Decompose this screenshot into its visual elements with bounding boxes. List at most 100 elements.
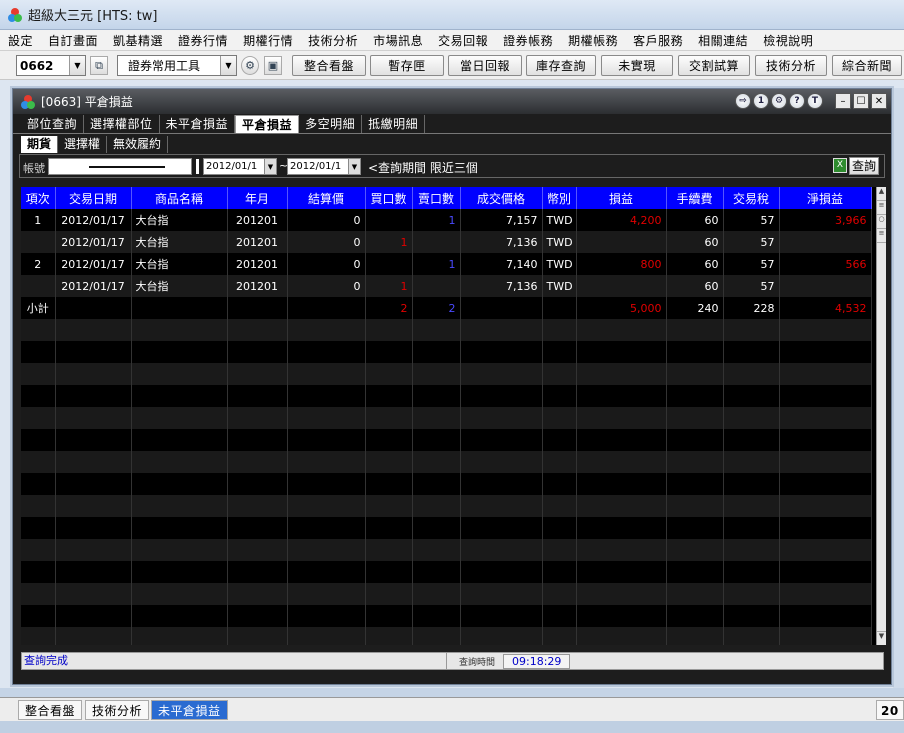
menu-technical-analysis[interactable]: 技術分析 — [308, 32, 358, 49]
chevron-down-icon[interactable]: ▼ — [220, 56, 236, 75]
technical-analysis-button[interactable]: 技術分析 — [755, 55, 827, 76]
cell-date: 2012/01/17 — [55, 275, 132, 297]
chevron-down-icon[interactable]: ▼ — [264, 159, 276, 174]
clipboard-button[interactable]: 暫存匣 — [370, 55, 444, 76]
scroll-btn-3[interactable]: ≡ — [877, 229, 886, 243]
tab-long-short-detail[interactable]: 多空明細 — [299, 115, 363, 133]
cell-pnl — [576, 627, 667, 645]
info-icon[interactable]: 1 — [753, 93, 769, 109]
cell-net — [779, 363, 872, 385]
query-button[interactable]: 查詢 — [849, 157, 879, 175]
gear-icon[interactable]: ⚙ — [241, 56, 259, 75]
tool-select[interactable]: 證券常用工具 ▼ — [117, 55, 237, 76]
col-header-year-month[interactable]: 年月 — [227, 187, 288, 209]
col-header-net-pnl[interactable]: 淨損益 — [779, 187, 872, 209]
new-window-icon[interactable]: ▣ — [264, 56, 282, 75]
chevron-down-icon[interactable]: ▼ — [69, 56, 85, 75]
scroll-btn-1[interactable]: ≡ — [877, 201, 886, 215]
cell-date — [55, 297, 132, 319]
menu-kgi-picks[interactable]: 凱基精選 — [113, 32, 163, 49]
col-header-settle-price[interactable]: 結算價 — [287, 187, 366, 209]
help-icon[interactable]: ? — [789, 93, 805, 109]
table-row[interactable]: 1 2012/01/17 大台指 201201 0 1 7,157 TWD 4,200 60 57 3… — [21, 209, 872, 231]
cell-price — [460, 583, 543, 605]
menu-customer-service[interactable]: 客戶服務 — [633, 32, 683, 49]
date-from-picker[interactable]: 2012/01/1 ▼ — [203, 158, 277, 175]
code-combobox[interactable]: 0662 ▼ — [16, 55, 86, 76]
scroll-up-arrow-icon[interactable]: ▲ — [877, 187, 886, 201]
col-header-buy-qty[interactable]: 買口數 — [365, 187, 413, 209]
news-button[interactable]: 綜合新聞 — [832, 55, 902, 76]
menu-futures-account[interactable]: 期權帳務 — [568, 32, 618, 49]
settings-circle-icon[interactable]: ⚙ — [771, 93, 787, 109]
unrealized-button[interactable]: 未實現 — [601, 55, 673, 76]
tab-position-query[interactable]: 部位查詢 — [21, 115, 85, 133]
subtab-futures[interactable]: 期貨 — [21, 136, 59, 153]
subtab-options[interactable]: 選擇權 — [58, 136, 108, 153]
cell-product — [131, 451, 228, 473]
export-icon[interactable]: ⇨ — [735, 93, 751, 109]
account-input[interactable] — [48, 158, 192, 175]
tab-closed-pnl[interactable]: 平倉損益 — [235, 115, 300, 133]
menu-settings[interactable]: 設定 — [8, 32, 33, 49]
col-header-product[interactable]: 商品名稱 — [131, 187, 228, 209]
cell-net — [779, 627, 872, 645]
date-to-picker[interactable]: 2012/01/1 ▼ — [287, 158, 361, 175]
cell-ym: 201201 — [227, 253, 288, 275]
table-row[interactable]: 2012/01/17 大台指 201201 0 1 7,136 TWD 60 57 — [21, 231, 872, 253]
menu-stock-quotes[interactable]: 證券行情 — [178, 32, 228, 49]
col-header-index[interactable]: 項次 — [21, 187, 56, 209]
cell-ym — [227, 561, 288, 583]
close-icon[interactable]: ✕ — [871, 93, 887, 109]
col-header-fee[interactable]: 手續費 — [666, 187, 724, 209]
menu-futures-quotes[interactable]: 期權行情 — [243, 32, 293, 49]
col-header-tax[interactable]: 交易稅 — [723, 187, 780, 209]
bottom-tab-integrated-view[interactable]: 整合看盤 — [18, 700, 83, 720]
vertical-scrollbar[interactable]: ▲ ≡ ○ ≡ ▼ — [876, 187, 886, 645]
cell-net: 566 — [779, 253, 872, 275]
col-header-trade-price[interactable]: 成交價格 — [460, 187, 543, 209]
cell-ym — [227, 583, 288, 605]
menu-stock-account[interactable]: 證券帳務 — [503, 32, 553, 49]
cell-idx — [21, 231, 56, 253]
menu-trade-report[interactable]: 交易回報 — [438, 32, 488, 49]
inventory-query-button[interactable]: 庫存查詢 — [526, 55, 596, 76]
cell-currency — [542, 517, 577, 539]
search-window-icon[interactable]: ⧉ — [90, 56, 108, 75]
tab-collateral-detail[interactable]: 抵繳明細 — [362, 115, 426, 133]
excel-export-icon[interactable]: X — [833, 158, 847, 173]
col-header-trade-date[interactable]: 交易日期 — [55, 187, 132, 209]
bottom-tab-open-pnl[interactable]: 未平倉損益 — [151, 700, 228, 720]
menu-custom-screen[interactable]: 自訂畫面 — [48, 32, 98, 49]
table-row[interactable]: 小計 2 2 5,000 240 228 4,532 — [21, 297, 872, 319]
cell-fee — [666, 583, 724, 605]
daily-report-button[interactable]: 當日回報 — [448, 55, 522, 76]
table-row[interactable]: 2 2012/01/17 大台指 201201 0 1 7,140 TWD 800 60 57 566 — [21, 253, 872, 275]
window-titlebar[interactable]: [0663] 平倉損益 ⇨ 1 ⚙ ? T – ☐ ✕ — [13, 89, 891, 114]
menu-related-links[interactable]: 相關連結 — [698, 32, 748, 49]
col-header-pnl[interactable]: 損益 — [576, 187, 667, 209]
settlement-calc-button[interactable]: 交割試算 — [678, 55, 750, 76]
chevron-down-icon[interactable]: ▼ — [348, 159, 360, 174]
cell-tax: 228 — [723, 297, 780, 319]
integrated-view-button[interactable]: 整合看盤 — [292, 55, 366, 76]
cell-price — [460, 561, 543, 583]
tab-open-pnl[interactable]: 未平倉損益 — [160, 115, 236, 133]
col-header-currency[interactable]: 幣別 — [542, 187, 577, 209]
tab-options-position[interactable]: 選擇權部位 — [84, 115, 160, 133]
bottom-tab-technical-analysis[interactable]: 技術分析 — [85, 700, 150, 720]
menu-market-news[interactable]: 市場訊息 — [373, 32, 423, 49]
table-row — [21, 385, 872, 407]
scroll-btn-2[interactable]: ○ — [877, 215, 886, 229]
col-header-sell-qty[interactable]: 賣口數 — [412, 187, 461, 209]
scroll-down-arrow-icon[interactable]: ▼ — [877, 631, 886, 645]
minimize-icon[interactable]: – — [835, 93, 851, 109]
cell-tax — [723, 495, 780, 517]
maximize-icon[interactable]: ☐ — [853, 93, 869, 109]
cell-fee: 60 — [666, 231, 724, 253]
menu-help[interactable]: 檢視說明 — [763, 32, 813, 49]
topmost-icon[interactable]: T — [807, 93, 823, 109]
cell-pnl — [576, 517, 667, 539]
subtab-invalid-exercise[interactable]: 無效履約 — [107, 136, 169, 153]
table-row[interactable]: 2012/01/17 大台指 201201 0 1 7,136 TWD 60 57 — [21, 275, 872, 297]
